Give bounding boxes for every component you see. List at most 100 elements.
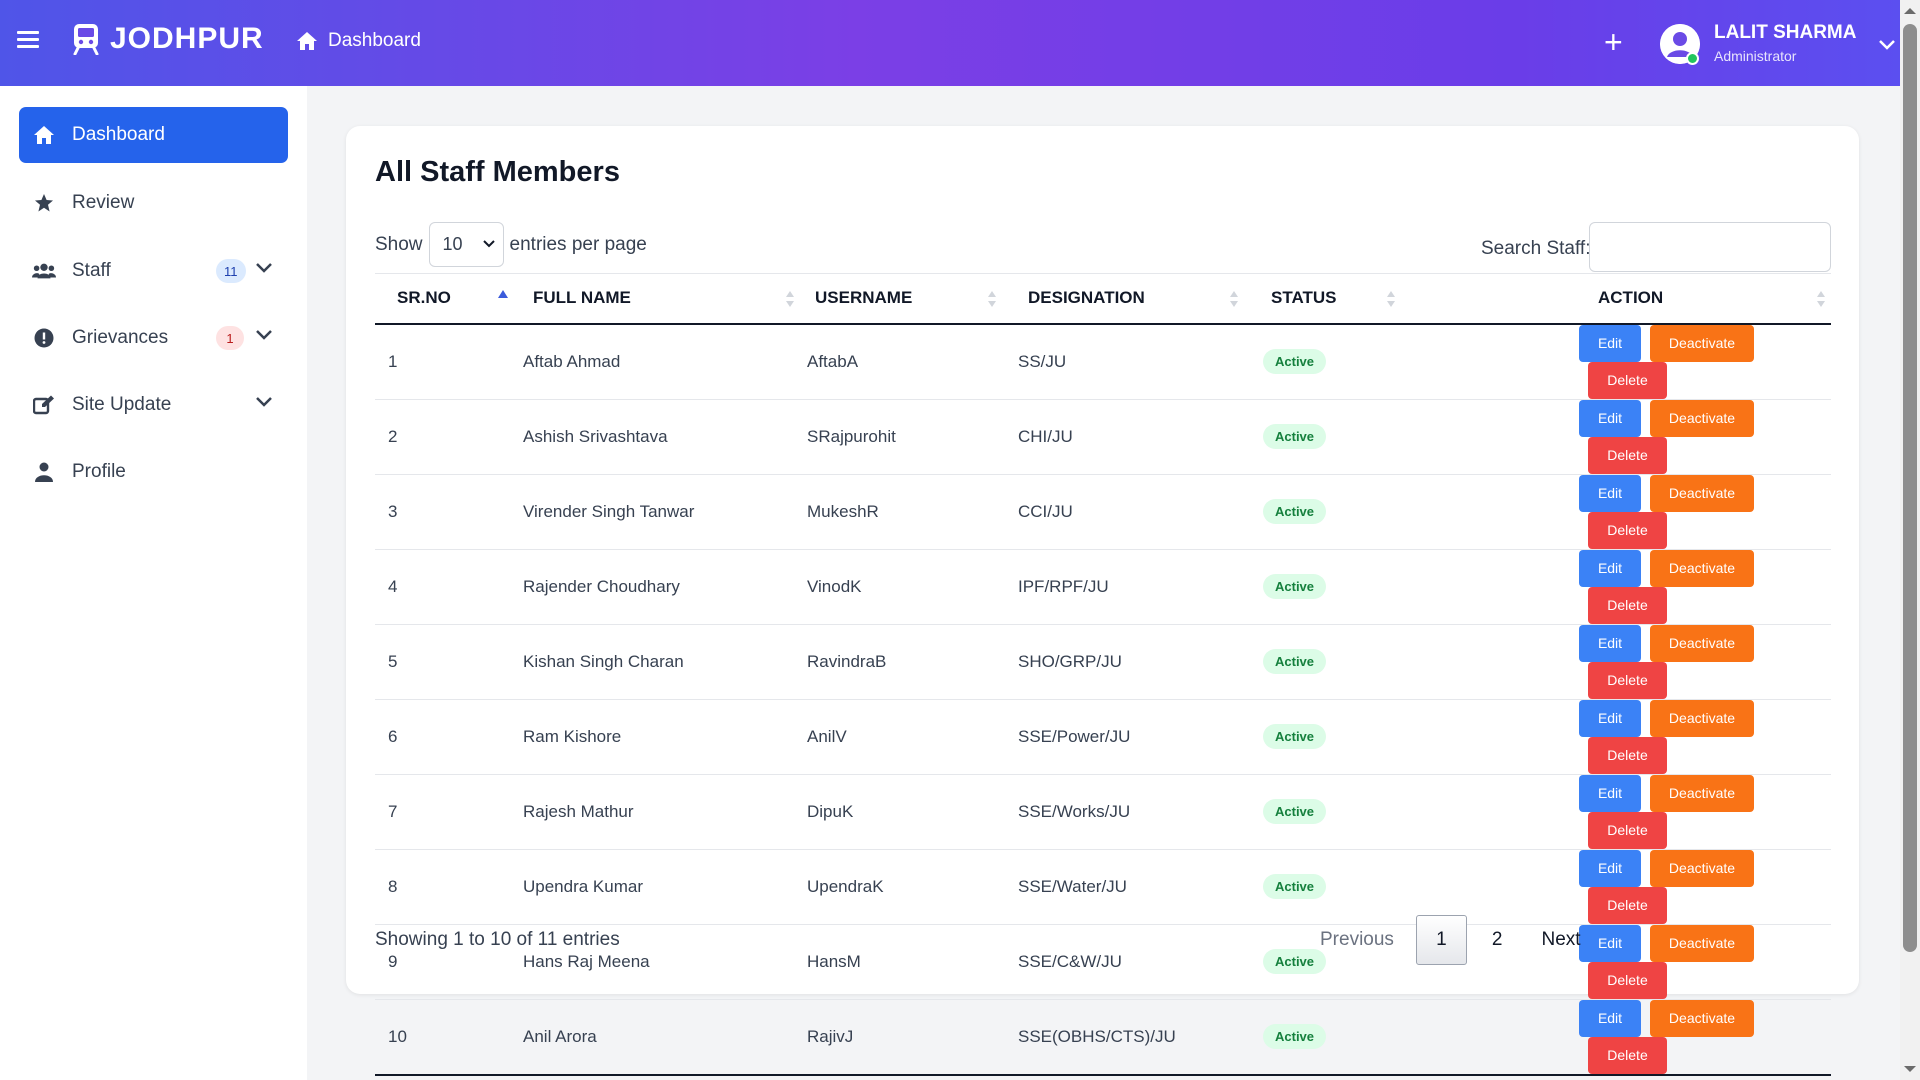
status-badge: Active [1263,1024,1327,1049]
table-row: 8 Upendra Kumar UpendraK SSE/Water/JU Active… [375,849,1831,925]
edit-button[interactable]: Edit [1579,324,1641,362]
cell-status: Active [1244,399,1465,475]
pagination-previous[interactable]: Previous [1320,929,1394,951]
home-icon [297,32,317,50]
star-icon [32,191,56,215]
deactivate-button[interactable]: Deactivate [1650,924,1754,962]
column-header-username[interactable]: USERNAME [800,273,1002,325]
edit-button[interactable]: Edit [1579,924,1641,962]
chevron-down-icon[interactable] [255,329,273,341]
delete-button[interactable]: Delete [1588,736,1667,774]
sidebar-item-dashboard[interactable]: Dashboard [19,107,288,163]
sidebar-item-grievances[interactable]: Grievances 1 [19,310,288,366]
entries-suffix-label: entries per page [509,233,647,255]
edit-button[interactable]: Edit [1579,399,1641,437]
users-icon [32,259,56,283]
breadcrumb-label: Dashboard [328,30,421,51]
chevron-down-icon [1879,39,1896,50]
deactivate-button[interactable]: Deactivate [1650,324,1754,362]
delete-button[interactable]: Delete [1588,811,1667,849]
search-staff-input[interactable] [1589,222,1831,272]
user-name: LALIT SHARMA [1714,22,1857,43]
delete-button[interactable]: Delete [1588,511,1667,549]
edit-button[interactable]: Edit [1579,699,1641,737]
sidebar-item-site-update[interactable]: Site Update [19,377,288,433]
edit-button[interactable]: Edit [1579,849,1641,887]
pagination-next[interactable]: Next [1542,929,1581,951]
cell-actions: Edit DeactivateDelete [1465,399,1831,475]
deactivate-button[interactable]: Deactivate [1650,699,1754,737]
deactivate-button[interactable]: Deactivate [1650,399,1754,437]
cell-username: RajivJ [800,999,1002,1076]
column-header-designation[interactable]: DESIGNATION [1002,273,1244,325]
delete-button[interactable]: Delete [1588,436,1667,474]
sidebar-item-profile[interactable]: Profile [19,444,288,500]
staff-table-wrapper: SR.NO FULL NAME USERNAME DESIGNATION STA… [375,273,1831,1076]
edit-button[interactable]: Edit [1579,774,1641,812]
cell-full-name: Rajender Choudhary [517,549,800,625]
cell-designation: CHI/JU [1002,399,1244,475]
cell-full-name: Kishan Singh Charan [517,624,800,700]
cell-actions: Edit DeactivateDelete [1465,849,1831,925]
delete-button[interactable]: Delete [1588,586,1667,624]
edit-button[interactable]: Edit [1579,549,1641,587]
sidebar-item-review[interactable]: Review [19,175,288,231]
column-header-status[interactable]: STATUS [1244,273,1465,325]
sidebar-item-staff[interactable]: Staff 11 [19,243,288,299]
scroll-up-arrow-icon[interactable] [1904,8,1916,14]
delete-button[interactable]: Delete [1588,961,1667,999]
column-header-full-name[interactable]: FULL NAME [517,273,800,325]
delete-button[interactable]: Delete [1588,1036,1667,1074]
column-header-srno[interactable]: SR.NO [375,273,517,325]
brand-logo[interactable]: JODHPUR [72,22,264,56]
cell-status: Active [1244,624,1465,700]
breadcrumb[interactable]: Dashboard [296,30,421,52]
table-row: 2 Ashish Srivashtava SRajpurohit CHI/JU Acti… [375,399,1831,475]
cell-srno: 5 [375,624,517,700]
edit-button[interactable]: Edit [1579,999,1641,1037]
chevron-down-icon[interactable] [255,396,273,408]
cell-srno: 8 [375,849,517,925]
chevron-down-icon [482,240,495,248]
sidebar: Dashboard Review Staff 11 Grievances 1 S… [0,86,307,1080]
pagination-page-current[interactable]: 1 [1415,915,1467,965]
cell-status: Active [1244,849,1465,925]
status-badge: Active [1263,499,1327,524]
delete-button[interactable]: Delete [1588,661,1667,699]
grievance-count-badge: 1 [216,326,244,350]
deactivate-button[interactable]: Deactivate [1650,549,1754,587]
cell-srno: 6 [375,699,517,775]
pagination-page-2[interactable]: 2 [1492,929,1503,951]
cell-designation: SSE/Power/JU [1002,699,1244,775]
edit-button[interactable]: Edit [1579,624,1641,662]
deactivate-button[interactable]: Deactivate [1650,999,1754,1037]
table-header-row: SR.NO FULL NAME USERNAME DESIGNATION STA… [375,273,1831,325]
deactivate-button[interactable]: Deactivate [1650,474,1754,512]
table-row: 3 Virender Singh Tanwar MukeshR CCI/JU Activ… [375,474,1831,550]
deactivate-button[interactable]: Deactivate [1650,774,1754,812]
entries-select[interactable]: 10 [428,222,504,267]
cell-full-name: Virender Singh Tanwar [517,474,800,550]
cell-actions: Edit DeactivateDelete [1465,999,1831,1076]
scroll-down-arrow-icon[interactable] [1904,1066,1916,1072]
search-label: Search Staff: [1481,238,1591,259]
alert-icon [32,326,56,350]
column-header-action[interactable]: ACTION [1465,273,1831,325]
deactivate-button[interactable]: Deactivate [1650,849,1754,887]
status-badge: Active [1263,799,1327,824]
delete-button[interactable]: Delete [1588,361,1667,399]
deactivate-button[interactable]: Deactivate [1650,624,1754,662]
sort-icon [786,291,794,307]
cell-status: Active [1244,774,1465,850]
sort-icon [1230,291,1238,307]
scrollbar-thumb[interactable] [1903,24,1917,952]
sidebar-item-label: Grievances [72,327,169,348]
edit-button[interactable]: Edit [1579,474,1641,512]
delete-button[interactable]: Delete [1588,886,1667,924]
table-row: 6 Ram Kishore AnilV SSE/Power/JU Active Edit D… [375,699,1831,775]
chevron-down-icon[interactable] [255,262,273,274]
staff-card: All Staff Members Show 10 entries per pa… [346,126,1859,1076]
add-button[interactable]: + [1604,26,1623,58]
status-badge: Active [1263,424,1327,449]
hamburger-menu-icon[interactable] [17,31,39,53]
